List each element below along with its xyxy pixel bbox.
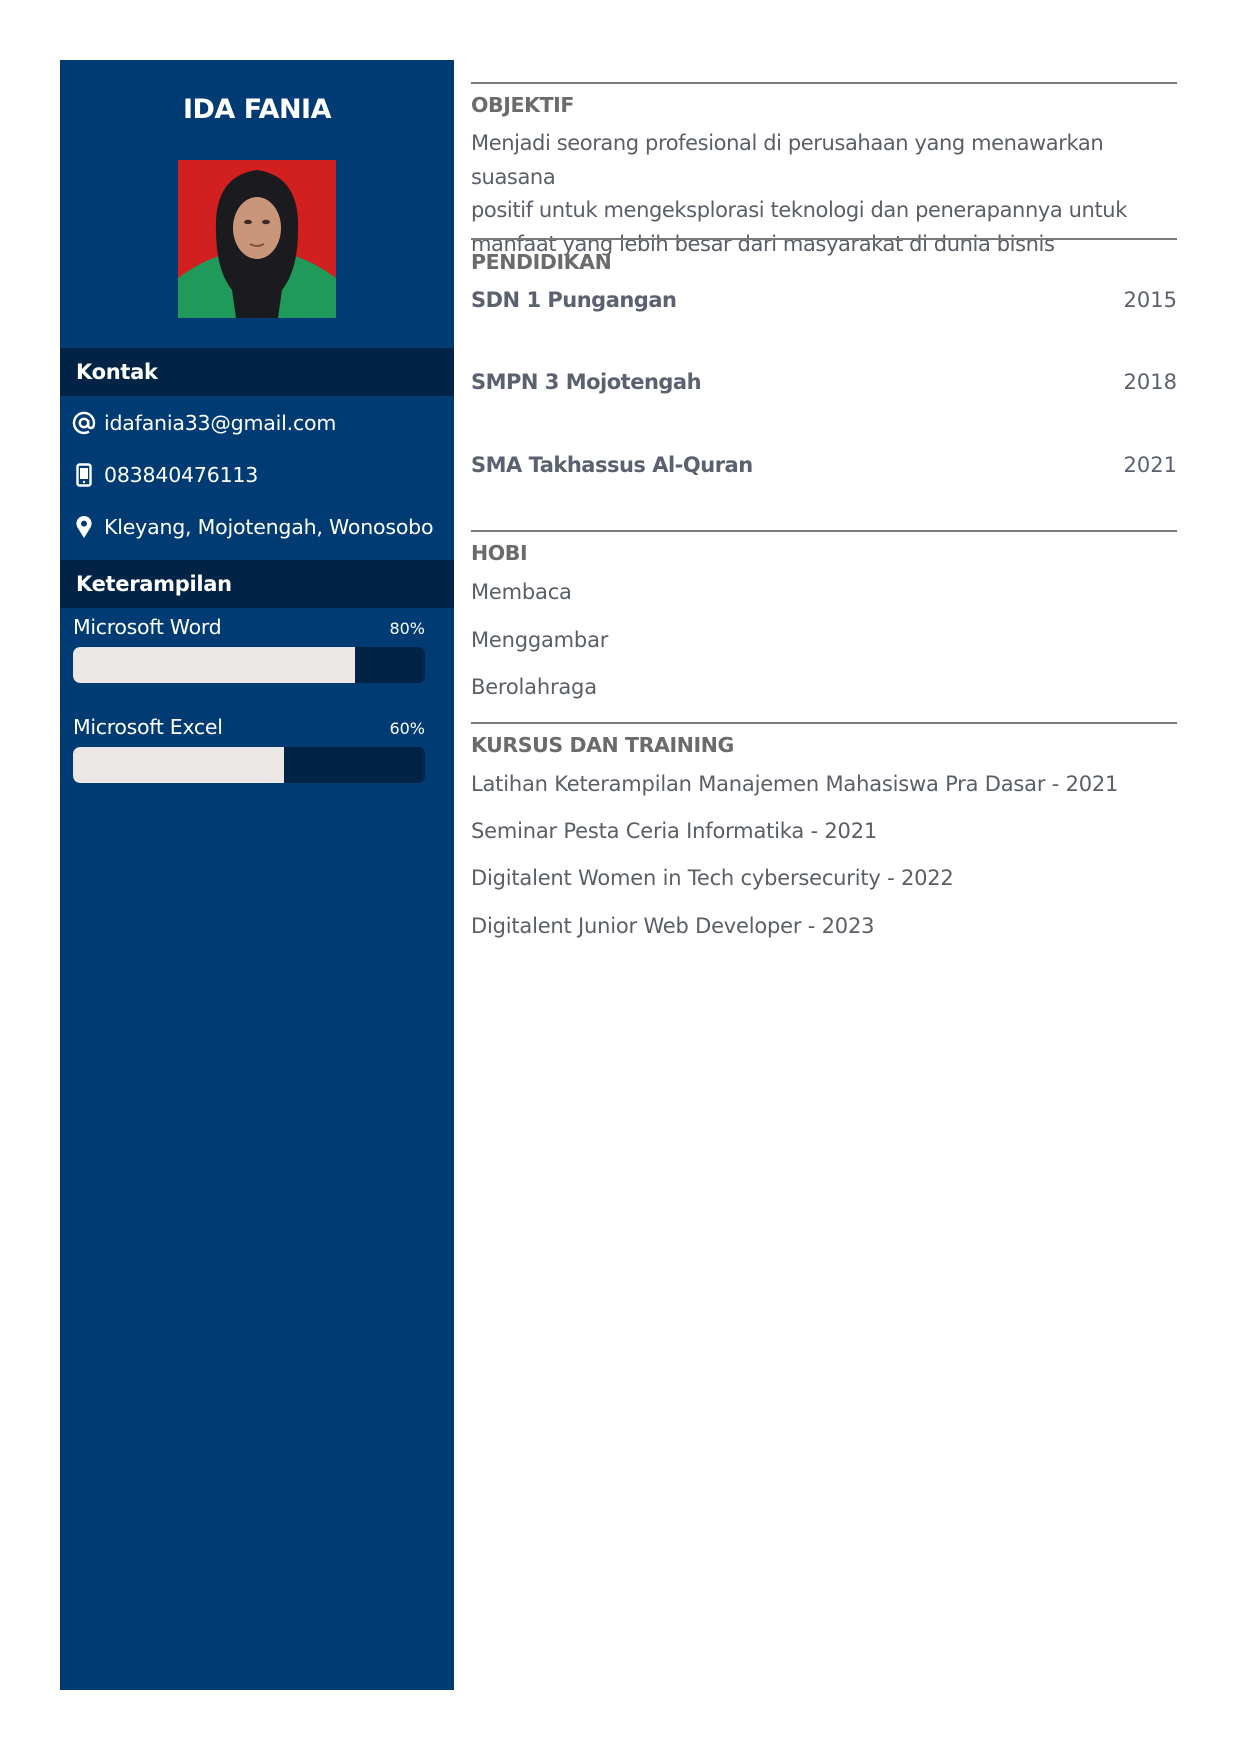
- location-pin-icon: [72, 514, 96, 540]
- hobby-item: Membaca: [471, 580, 572, 604]
- skill-name: Microsoft Excel: [73, 715, 223, 739]
- skill-bar-fill: [73, 647, 355, 683]
- objective-line: positif untuk mengeksplorasi teknologi d…: [471, 198, 1127, 222]
- skill-name: Microsoft Word: [73, 615, 222, 639]
- divider: [471, 238, 1177, 240]
- skill-percent: 60%: [389, 719, 425, 738]
- hobbies-heading: HOBI: [471, 541, 528, 565]
- school-year: 2021: [1123, 453, 1177, 477]
- profile-photo: [178, 160, 336, 318]
- objective-heading: OBJEKTIF: [471, 93, 574, 117]
- skill-item: Microsoft Word 80%: [73, 615, 425, 683]
- skill-percent: 80%: [389, 619, 425, 638]
- divider: [471, 82, 1177, 84]
- skill-bar-fill: [73, 747, 285, 783]
- objective-line: Menjadi seorang profesional di perusahaa…: [471, 131, 1104, 189]
- skill-bar: [73, 647, 425, 683]
- course-item: Latihan Keterampilan Manajemen Mahasiswa…: [471, 772, 1119, 796]
- phone-icon: [72, 462, 96, 488]
- contact-section-header: Kontak: [60, 348, 454, 396]
- person-name: IDA FANIA: [182, 94, 332, 125]
- school-year: 2015: [1123, 288, 1177, 312]
- courses-heading: KURSUS DAN TRAINING: [471, 733, 734, 757]
- objective-text: Menjadi seorang profesional di perusahaa…: [471, 127, 1177, 261]
- course-item: Digitalent Junior Web Developer - 2023: [471, 914, 875, 938]
- divider: [471, 722, 1177, 724]
- email-text: idafania33@gmail.com: [104, 411, 337, 435]
- education-item: SDN 1 Pungangan 2015: [471, 288, 1177, 312]
- course-item: Seminar Pesta Ceria Informatika - 2021: [471, 819, 878, 843]
- address-text: Kleyang, Mojotengah, Wonosobo: [104, 515, 434, 539]
- contact-phone: 083840476113: [72, 460, 258, 490]
- skills-section-header: Keterampilan: [60, 560, 454, 608]
- course-item: Digitalent Women in Tech cybersecurity -…: [471, 866, 954, 890]
- hobby-item: Berolahraga: [471, 675, 597, 699]
- education-item: SMPN 3 Mojotengah 2018: [471, 370, 1177, 394]
- hobby-item: Menggambar: [471, 628, 609, 652]
- school-name: SMA Takhassus Al-Quran: [471, 453, 753, 477]
- skill-item: Microsoft Excel 60%: [73, 715, 425, 783]
- phone-text: 083840476113: [104, 463, 259, 487]
- contact-email: idafania33@gmail.com: [72, 408, 336, 438]
- skill-bar: [73, 747, 425, 783]
- at-icon: [72, 410, 96, 436]
- education-item: SMA Takhassus Al-Quran 2021: [471, 453, 1177, 477]
- divider: [471, 530, 1177, 532]
- school-name: SMPN 3 Mojotengah: [471, 370, 702, 394]
- sidebar: IDA FANIA Kontak idafania33@gmail.com 08…: [60, 60, 454, 1690]
- contact-address: Kleyang, Mojotengah, Wonosobo: [72, 512, 434, 542]
- school-name: SDN 1 Pungangan: [471, 288, 677, 312]
- education-heading: PENDIDIKAN: [471, 250, 612, 274]
- school-year: 2018: [1123, 370, 1177, 394]
